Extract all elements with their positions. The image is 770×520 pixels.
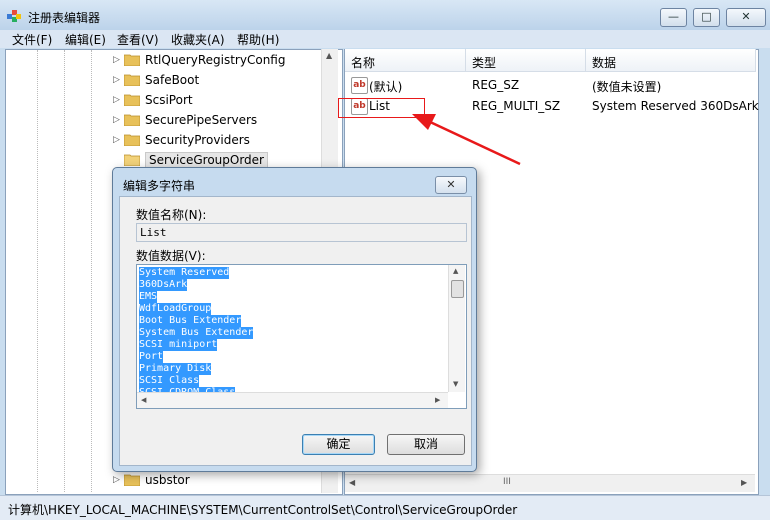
folder-icon — [124, 54, 140, 66]
tree-item-label: SecurityProviders — [145, 133, 250, 147]
folder-icon — [124, 94, 140, 106]
column-header-name[interactable]: 名称 — [345, 49, 466, 72]
tree-item-label: usbstor — [145, 473, 190, 487]
expand-arrow-icon[interactable]: ▷ — [113, 95, 120, 105]
value-data: (数值未设置) — [592, 80, 662, 94]
value-row-default[interactable]: ab (默认) REG_SZ (数值未设置) — [345, 75, 755, 95]
window-title: 注册表编辑器 — [28, 11, 101, 25]
scroll-down-icon[interactable]: ▼ — [453, 380, 458, 388]
scroll-left-icon[interactable]: ◀ — [141, 396, 146, 404]
tree-item-label: RtlQueryRegistryConfig — [145, 53, 286, 67]
tree-guide-line — [37, 50, 38, 492]
scroll-right-icon[interactable]: ▶ — [435, 396, 440, 404]
textarea-horizontal-scrollbar[interactable]: ◀ ▶ — [137, 392, 448, 408]
expand-arrow-icon[interactable]: ▷ — [113, 55, 120, 65]
tree-item-rtlqueryregistryconfig[interactable]: ▷ RtlQueryRegistryConfig — [110, 51, 320, 71]
minimize-button[interactable]: — — [660, 8, 687, 27]
scroll-left-icon[interactable]: ◀ — [349, 478, 355, 487]
value-data-textarea[interactable]: System Reserved 360DsArk EMS WdfLoadGrou… — [136, 264, 467, 409]
data-line: SCSI miniport — [139, 339, 218, 351]
value-type: REG_SZ — [472, 78, 520, 92]
data-line: Port — [139, 351, 164, 363]
annotation-highlight-box — [338, 98, 425, 118]
tree-item-label: SecurePipeServers — [145, 113, 258, 127]
scroll-thumb-grip[interactable]: III — [503, 477, 511, 487]
registry-editor-window: 注册表编辑器 — □ ✕ 文件(F) 编辑(E) 查看(V) 收藏夹(A) 帮助… — [0, 0, 770, 520]
edit-multi-string-dialog: 编辑多字符串 ✕ 数值名称(N): List 数值数据(V): System R… — [112, 167, 477, 472]
value-data-label: 数值数据(V): — [136, 249, 206, 263]
scroll-thumb[interactable] — [451, 280, 464, 298]
data-line: WdfLoadGroup — [139, 303, 212, 315]
folder-open-icon — [124, 154, 140, 166]
menu-view[interactable]: 查看(V) — [117, 31, 159, 48]
data-line: System Reserved — [139, 267, 230, 279]
tree-item-safeboot[interactable]: ▷ SafeBoot — [110, 71, 320, 91]
folder-icon — [124, 74, 140, 86]
data-line: Boot Bus Extender — [139, 315, 242, 327]
expand-arrow-icon[interactable]: ▷ — [113, 475, 120, 485]
ok-button[interactable]: 确定 — [302, 434, 375, 455]
dialog-close-button[interactable]: ✕ — [435, 176, 467, 194]
data-line: 360DsArk — [139, 279, 188, 291]
tree-item-label: ServiceGroupOrder — [145, 152, 268, 168]
column-header-data[interactable]: 数据 — [586, 49, 756, 72]
folder-icon — [124, 134, 140, 146]
expand-arrow-icon[interactable]: ▷ — [113, 135, 120, 145]
title-bar[interactable]: 注册表编辑器 — □ ✕ — [0, 0, 770, 30]
value-name-field: List — [136, 223, 467, 242]
data-line: EMS — [139, 291, 158, 303]
textarea-vertical-scrollbar[interactable]: ▲ ▼ — [448, 265, 465, 392]
registry-app-icon — [7, 10, 21, 22]
tree-item-securityproviders[interactable]: ▷ SecurityProviders — [110, 131, 320, 151]
menu-favorites[interactable]: 收藏夹(A) — [171, 31, 225, 48]
close-button[interactable]: ✕ — [726, 8, 766, 27]
tree-guide-line — [91, 50, 92, 492]
folder-icon — [124, 114, 140, 126]
scroll-up-icon[interactable]: ▲ — [453, 267, 458, 275]
tree-item-usbstor[interactable]: ▷ usbstor — [110, 471, 320, 491]
scroll-right-icon[interactable]: ▶ — [741, 478, 747, 487]
value-data: System Reserved 360DsArk — [592, 99, 759, 113]
menu-bar: 文件(F) 编辑(E) 查看(V) 收藏夹(A) 帮助(H) — [0, 30, 770, 48]
status-path: 计算机\HKEY_LOCAL_MACHINE\SYSTEM\CurrentCon… — [8, 503, 518, 517]
data-line: SCSI Class — [139, 375, 200, 387]
data-line: Primary Disk — [139, 363, 212, 375]
value-type: REG_MULTI_SZ — [472, 99, 561, 113]
expand-arrow-icon[interactable]: ▷ — [113, 75, 120, 85]
cancel-button[interactable]: 取消 — [387, 434, 465, 455]
column-header-type[interactable]: 类型 — [466, 49, 586, 72]
string-value-icon: ab — [351, 77, 368, 94]
menu-help[interactable]: 帮助(H) — [237, 31, 279, 48]
status-bar: 计算机\HKEY_LOCAL_MACHINE\SYSTEM\CurrentCon… — [0, 495, 770, 520]
menu-edit[interactable]: 编辑(E) — [65, 31, 106, 48]
value-name-label: 数值名称(N): — [136, 208, 207, 222]
tree-item-label: ScsiPort — [145, 93, 193, 107]
tree-item-label: SafeBoot — [145, 73, 200, 87]
value-name: (默认) — [369, 80, 403, 94]
tree-item-securepipeservers[interactable]: ▷ SecurePipeServers — [110, 111, 320, 131]
maximize-button[interactable]: □ — [693, 8, 720, 27]
tree-guide-line — [64, 50, 65, 492]
list-horizontal-scrollbar[interactable]: ◀ III ▶ — [345, 474, 755, 492]
dialog-body: 数值名称(N): List 数值数据(V): System Reserved 3… — [119, 196, 472, 466]
folder-icon — [124, 474, 140, 486]
menu-file[interactable]: 文件(F) — [12, 31, 52, 48]
dialog-title: 编辑多字符串 — [123, 179, 196, 193]
tree-item-scsiport[interactable]: ▷ ScsiPort — [110, 91, 320, 111]
expand-arrow-icon[interactable]: ▷ — [113, 115, 120, 125]
data-line: System Bus Extender — [139, 327, 254, 339]
scroll-up-icon[interactable]: ▲ — [326, 51, 332, 60]
